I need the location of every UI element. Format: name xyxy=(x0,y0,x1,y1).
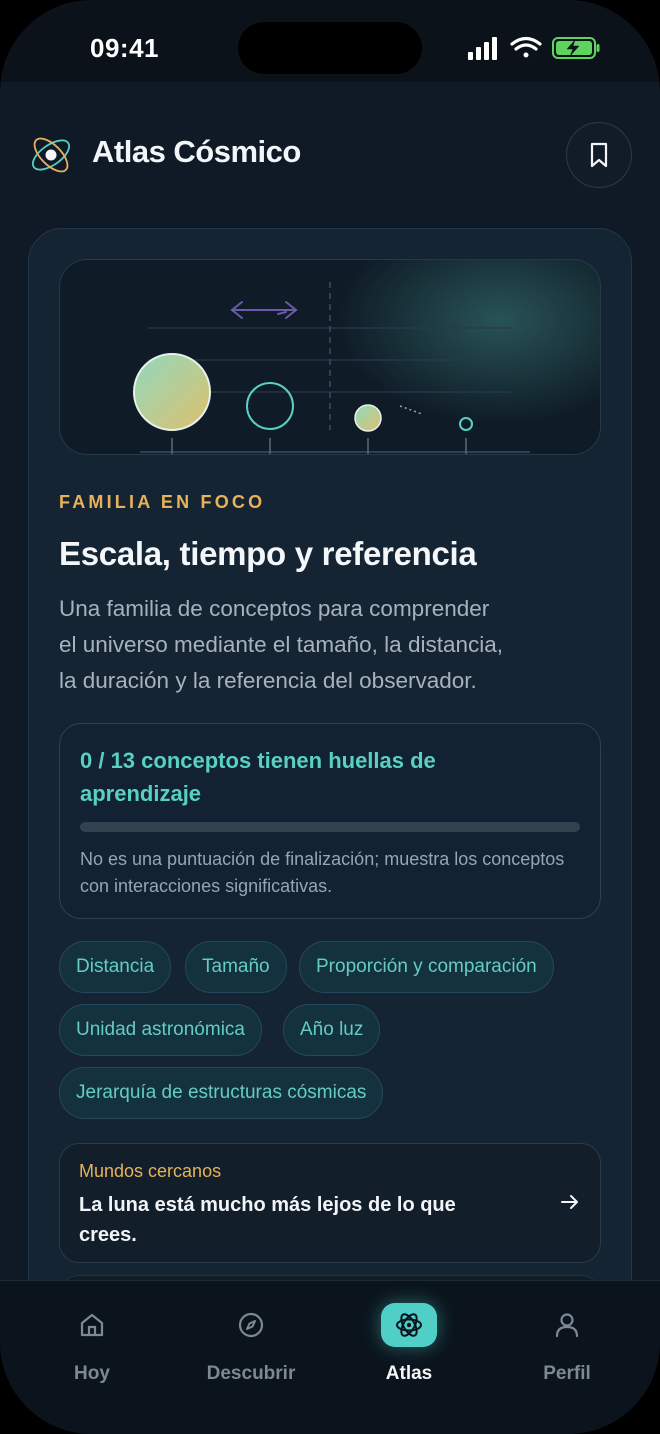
signal-icon xyxy=(468,37,497,60)
focus-title: Escala, tiempo y referencia xyxy=(59,535,477,572)
concept-chip-astronomical-unit[interactable]: Unidad astronómica xyxy=(59,1004,262,1056)
app-title: Atlas Cósmico xyxy=(92,134,301,169)
tab-hoy[interactable]: Hoy xyxy=(37,1301,147,1391)
concept-chip-size[interactable]: Tamaño xyxy=(185,941,287,993)
tab-icon-wrap xyxy=(381,1303,437,1347)
compass-icon xyxy=(238,1312,264,1338)
medium-orbit xyxy=(246,382,294,430)
tab-icon-wrap xyxy=(539,1303,595,1347)
learning-progress: 0 / 13 conceptos tienen huellas de apren… xyxy=(59,723,601,919)
dynamic-island xyxy=(238,22,422,74)
focus-description: Una familia de conceptos para comprender… xyxy=(59,591,579,699)
progress-bar xyxy=(80,822,580,832)
focus-description-line: Una familia de conceptos para comprender xyxy=(59,596,490,621)
tab-descubrir[interactable]: Descubrir xyxy=(196,1301,306,1391)
progress-title: 0 / 13 conceptos tienen huellas de apren… xyxy=(80,748,436,806)
tab-icon-wrap xyxy=(223,1303,279,1347)
scale-illustration xyxy=(59,259,601,455)
atlas-logo xyxy=(31,137,71,173)
double-arrow-icon xyxy=(230,301,298,319)
tab-label: Descubrir xyxy=(206,1363,296,1384)
progress-note: No es una puntuación de finalización; mu… xyxy=(80,849,565,896)
status-bar: 09:41 xyxy=(0,0,660,82)
bookmark-button[interactable] xyxy=(566,122,632,188)
focus-description-line: la duración y la referencia del observad… xyxy=(59,668,477,693)
story-kicker: Mundos cercanos xyxy=(79,1161,222,1181)
user-icon xyxy=(555,1313,579,1338)
wifi-icon xyxy=(510,36,542,58)
tiny-orbit xyxy=(459,417,473,431)
tab-icon-wrap xyxy=(64,1303,120,1347)
scale-diagram xyxy=(133,282,530,454)
small-body xyxy=(354,404,382,432)
concept-chip-distance[interactable]: Distancia xyxy=(59,941,172,993)
large-body xyxy=(133,353,211,431)
tab-atlas[interactable]: Atlas xyxy=(354,1301,464,1391)
battery-charging-icon xyxy=(552,37,600,59)
tab-bar: Hoy Descubrir Atlas Perfil xyxy=(0,1280,660,1434)
story-card[interactable]: Mundos cercanos La luna está mucho más l… xyxy=(59,1143,601,1263)
phone-screen: 09:41 Atlas Cósmico FAMILIA EN FOCO Esca… xyxy=(0,0,660,1434)
focus-eyebrow: FAMILIA EN FOCO xyxy=(59,492,266,512)
arrow-right-icon xyxy=(561,1195,578,1209)
concept-chip-proportion[interactable]: Proporción y comparación xyxy=(299,941,554,993)
concept-chip-cosmic-hierarchy[interactable]: Jerarquía de estructuras cósmicas xyxy=(59,1067,384,1119)
focus-family-card: FAMILIA EN FOCO Escala, tiempo y referen… xyxy=(28,228,632,1355)
bookmark-icon xyxy=(590,142,608,168)
status-time: 09:41 xyxy=(90,33,159,63)
home-icon xyxy=(80,1313,104,1337)
status-icons xyxy=(468,36,600,60)
concept-chip-light-year[interactable]: Año luz xyxy=(283,1004,381,1056)
tab-label: Atlas xyxy=(385,1363,433,1384)
story-title: La luna está mucho más lejos de lo que c… xyxy=(79,1194,456,1246)
focus-description-line: el universo mediante el tamaño, la dista… xyxy=(59,632,504,657)
atom-icon xyxy=(396,1313,422,1337)
tab-label: Perfil xyxy=(543,1363,591,1384)
tab-label: Hoy xyxy=(74,1363,110,1384)
tab-perfil[interactable]: Perfil xyxy=(512,1301,622,1391)
